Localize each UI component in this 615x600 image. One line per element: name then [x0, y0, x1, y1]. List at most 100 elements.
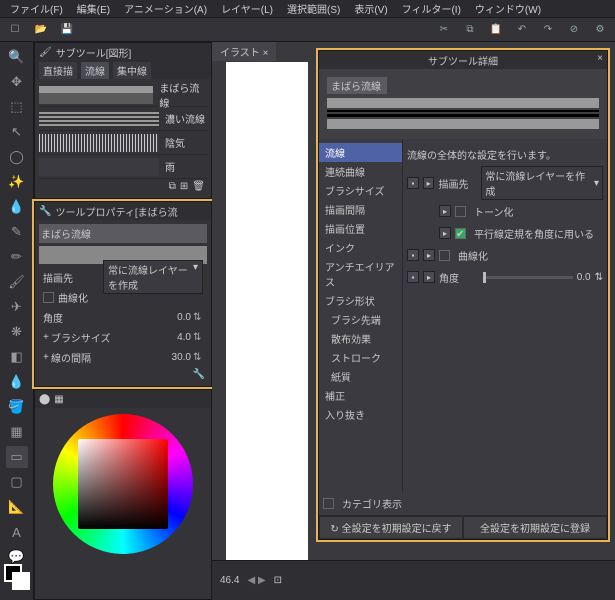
expand-icon[interactable]: ▸ — [439, 205, 451, 217]
tab-stream[interactable]: 流線 — [81, 62, 109, 79]
reset-button[interactable]: ↻ 全設定を初期設定に戻す — [319, 516, 463, 539]
gradient-icon[interactable]: ▦ — [6, 421, 28, 443]
eye-toggle-icon[interactable]: ▪ — [407, 249, 419, 261]
cat-item[interactable]: 描画位置 — [319, 219, 402, 238]
fill-icon[interactable]: 🪣 — [6, 396, 28, 418]
menu-anim[interactable]: アニメーション(A) — [118, 0, 213, 17]
open-icon[interactable]: 📂 — [32, 21, 50, 39]
redo-icon[interactable]: ↷ — [539, 21, 557, 39]
cat-item[interactable]: 補正 — [319, 386, 402, 405]
subtool-item-label: まばら流線 — [159, 80, 207, 110]
draw-target-select[interactable]: 常に流線レイヤーを作成▾ — [103, 260, 203, 294]
menu-edit[interactable]: 編集(E) — [71, 0, 116, 17]
text-icon[interactable]: A — [6, 521, 28, 543]
cat-item[interactable]: 流線 — [319, 143, 402, 162]
color-wheel[interactable] — [53, 414, 193, 554]
close-icon[interactable]: × — [263, 48, 269, 59]
decorate-icon[interactable]: ❋ — [6, 321, 28, 343]
brush-size-value[interactable]: 4.0 — [111, 332, 193, 343]
wrench-small-icon[interactable]: 🔧 — [193, 369, 205, 380]
angle-slider[interactable] — [483, 276, 573, 279]
tone-checkbox[interactable] — [455, 206, 466, 217]
curve-label: 曲線化 — [58, 290, 88, 305]
copy-icon[interactable]: ⧉ — [461, 21, 479, 39]
subtool-item[interactable]: 陰気 — [39, 131, 207, 155]
subtool-item[interactable]: まばら流線 — [39, 83, 207, 107]
cat-item[interactable]: ブラシ先端 — [319, 310, 402, 329]
clear-icon[interactable]: ⊘ — [565, 21, 583, 39]
subtool-item[interactable]: 雨 — [39, 155, 207, 179]
frame-icon[interactable]: ▢ — [6, 471, 28, 493]
cat-show-checkbox[interactable] — [323, 498, 334, 509]
blend-icon[interactable]: 💧 — [6, 371, 28, 393]
expand-icon[interactable]: ▸ — [423, 271, 435, 283]
tab-direct[interactable]: 直接描 — [39, 62, 77, 79]
dup-icon[interactable]: ⧉ — [169, 181, 176, 192]
save-icon[interactable]: 💾 — [58, 21, 76, 39]
gap-value[interactable]: 30.0 — [111, 352, 193, 363]
arrow-icon[interactable]: ↖ — [6, 121, 28, 143]
draw-target-select[interactable]: 常に流線レイヤーを作成▾ — [481, 166, 603, 200]
paste-icon[interactable]: 📋 — [487, 21, 505, 39]
angle-value[interactable]: 0.0 — [103, 312, 193, 323]
color-swatches[interactable] — [4, 564, 64, 594]
pen-icon[interactable]: ✎ — [6, 221, 28, 243]
menu-layer[interactable]: レイヤー(L) — [215, 0, 279, 17]
spinner-icon[interactable]: ⇅ — [595, 272, 603, 283]
move-icon[interactable]: ✥ — [6, 71, 28, 93]
canvas-tab[interactable]: イラスト × — [212, 42, 276, 61]
parallel-checkbox[interactable]: ✔ — [455, 228, 466, 239]
tool-sidebar: 🔍 ✥ ⬚ ↖ ◯ ✨ 💧 ✎ ✏ 🖌 ✈ ❋ ◧ 💧 🪣 ▦ ▭ ▢ 📐 A … — [0, 42, 34, 600]
magnifier-icon[interactable]: 🔍 — [6, 46, 28, 68]
tab-focus[interactable]: 集中線 — [113, 62, 151, 79]
cat-item[interactable]: アンチエイリアス — [319, 257, 402, 291]
angle-value[interactable]: 0.0 — [577, 272, 591, 283]
eraser-icon[interactable]: ◧ — [6, 346, 28, 368]
wand-icon[interactable]: ✨ — [6, 171, 28, 193]
cut-icon[interactable]: ✂ — [435, 21, 453, 39]
brush-icon[interactable]: 🖌 — [6, 271, 28, 293]
eye-toggle-icon[interactable]: ▪ — [407, 271, 419, 283]
lasso-icon[interactable]: ◯ — [6, 146, 28, 168]
eye-toggle-icon[interactable]: ▪ — [407, 177, 419, 189]
expand-icon[interactable]: ▸ — [439, 227, 451, 239]
zoom-value[interactable]: 46.4 — [220, 575, 239, 586]
eyedrop-icon[interactable]: 💧 — [6, 196, 28, 218]
cat-item[interactable]: ブラシ形状 — [319, 291, 402, 310]
del-icon[interactable]: 🗑 — [192, 181, 205, 192]
settings-icon[interactable]: ⚙ — [591, 21, 609, 39]
curve-checkbox[interactable] — [439, 250, 450, 261]
cat-item[interactable]: 描画間隔 — [319, 200, 402, 219]
cat-item[interactable]: 紙質 — [319, 367, 402, 386]
ruler-icon[interactable]: 📐 — [6, 496, 28, 518]
add-icon[interactable]: ⊞ — [180, 181, 188, 192]
register-button[interactable]: 全設定を初期設定に登録 — [463, 516, 607, 539]
spinner-icon[interactable]: ⇅ — [193, 352, 203, 363]
pencil-icon[interactable]: ✏ — [6, 246, 28, 268]
fit-icon[interactable]: ⊡ — [274, 575, 282, 586]
cat-item[interactable]: ストローク — [319, 348, 402, 367]
expand-icon[interactable]: ▸ — [423, 249, 435, 261]
expand-icon[interactable]: ▸ — [423, 177, 435, 189]
menu-filter[interactable]: フィルター(I) — [396, 0, 467, 17]
cat-item[interactable]: 連続曲線 — [319, 162, 402, 181]
menu-file[interactable]: ファイル(F) — [4, 0, 69, 17]
spinner-icon[interactable]: ⇅ — [193, 332, 203, 343]
menu-window[interactable]: ウィンドウ(W) — [469, 0, 547, 17]
undo-icon[interactable]: ↶ — [513, 21, 531, 39]
curve-checkbox[interactable] — [43, 292, 54, 303]
spinner-icon[interactable]: ⇅ — [193, 312, 203, 323]
canvas[interactable] — [226, 62, 308, 582]
menu-select[interactable]: 選択範囲(S) — [281, 0, 346, 17]
figure-icon[interactable]: ▭ — [6, 446, 28, 468]
close-icon[interactable]: × — [597, 53, 603, 64]
subtool-item[interactable]: 濃い流線 — [39, 107, 207, 131]
cat-item[interactable]: インク — [319, 238, 402, 257]
menu-view[interactable]: 表示(V) — [348, 0, 393, 17]
new-icon[interactable]: ☐ — [6, 21, 24, 39]
cat-item[interactable]: 散布効果 — [319, 329, 402, 348]
cat-item[interactable]: ブラシサイズ — [319, 181, 402, 200]
cat-item[interactable]: 入り抜き — [319, 405, 402, 424]
airbrush-icon[interactable]: ✈ — [6, 296, 28, 318]
select-icon[interactable]: ⬚ — [6, 96, 28, 118]
